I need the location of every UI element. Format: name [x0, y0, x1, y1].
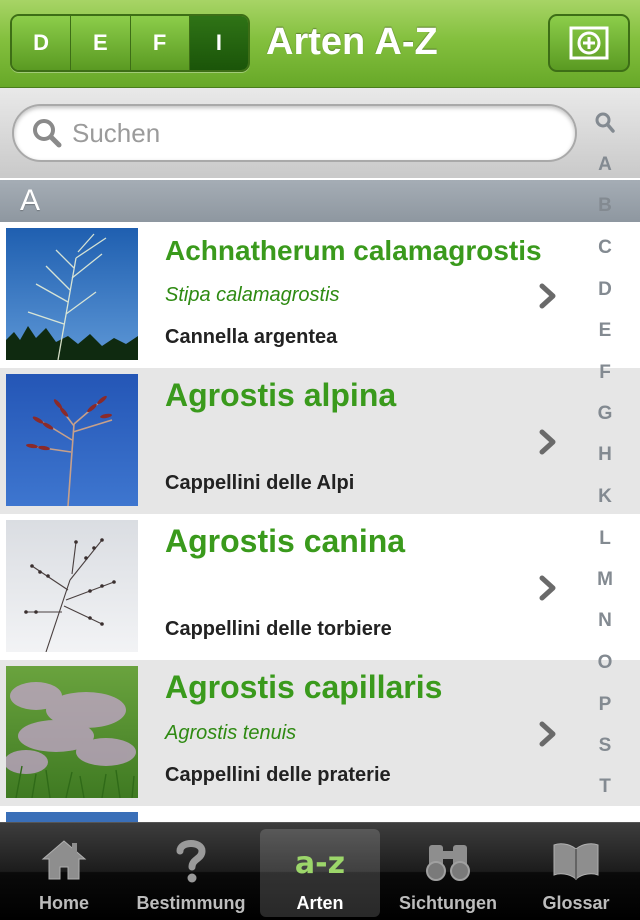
home-icon: [41, 840, 87, 880]
tab-bestimmung[interactable]: Bestimmung: [131, 829, 251, 917]
index-letter[interactable]: T: [580, 776, 630, 798]
tab-arten[interactable]: a-z Arten: [260, 829, 380, 917]
index-letter[interactable]: G: [580, 403, 630, 425]
species-row[interactable]: [0, 806, 640, 822]
index-letter[interactable]: F: [580, 362, 630, 384]
species-thumbnail: [6, 228, 138, 360]
species-common-name: Cappellini delle praterie: [165, 764, 391, 786]
search-input[interactable]: [72, 117, 552, 149]
tab-label: Bestimmung: [136, 893, 246, 913]
species-thumbnail: [6, 812, 138, 822]
alphabet-index[interactable]: A B C D E F G H K L M N O P S T: [580, 104, 630, 804]
open-book-icon: [553, 843, 599, 881]
species-common-name: Cappellini delle torbiere: [165, 618, 392, 640]
index-letter[interactable]: B: [580, 195, 630, 217]
species-scientific-name: Agrostis canina: [165, 523, 406, 559]
index-letter[interactable]: M: [580, 569, 630, 591]
tab-home[interactable]: Home: [4, 829, 124, 917]
language-button-e[interactable]: E: [71, 16, 131, 70]
species-scientific-name: Agrostis capillaris: [165, 669, 443, 705]
chevron-right-icon: [539, 721, 556, 747]
index-letter[interactable]: A: [580, 154, 630, 176]
plus-circle-icon: [569, 26, 609, 60]
index-letter[interactable]: E: [580, 320, 630, 342]
search-field[interactable]: [12, 104, 577, 162]
species-row[interactable]: Agrostis alpina Cappellini delle Alpi: [0, 368, 640, 514]
binoculars-icon: [426, 845, 470, 881]
search-icon: [33, 119, 62, 148]
question-mark-icon: [176, 840, 206, 883]
header-bar: D E F I Arten A-Z: [0, 0, 640, 88]
species-thumbnail: [6, 520, 138, 652]
index-letter[interactable]: P: [580, 694, 630, 716]
language-button-f[interactable]: F: [130, 16, 190, 70]
species-thumbnail: [6, 666, 138, 798]
index-letter[interactable]: O: [580, 652, 630, 674]
language-button-i[interactable]: I: [189, 16, 248, 70]
tab-label: Arten: [296, 893, 344, 913]
chevron-right-icon: [539, 575, 556, 601]
tab-sichtungen[interactable]: Sichtungen: [388, 829, 508, 917]
species-row[interactable]: Agrostis canina Cappellini delle torbier…: [0, 514, 640, 660]
page-title: Arten A-Z: [266, 21, 438, 63]
tab-bar: Home Bestimmung a-z Arten Sichtungen Glo…: [0, 822, 640, 920]
tab-glossar[interactable]: Glossar: [516, 829, 636, 917]
species-common-name: Cappellini delle Alpi: [165, 472, 355, 494]
chevron-right-icon: [539, 283, 556, 309]
tab-label: Glossar: [542, 893, 610, 913]
search-bar: [0, 88, 640, 178]
species-common-name: Cannella argentea: [165, 326, 338, 348]
index-letter[interactable]: L: [580, 528, 630, 550]
index-letter[interactable]: K: [580, 486, 630, 508]
section-header-letter: A: [0, 180, 640, 222]
species-synonym: Stipa calamagrostis: [165, 284, 340, 306]
species-row[interactable]: Agrostis capillaris Agrostis tenuis Capp…: [0, 660, 640, 806]
species-synonym: Agrostis tenuis: [165, 722, 297, 744]
svg-text:a-z: a-z: [295, 846, 345, 881]
index-search-icon[interactable]: [595, 112, 615, 134]
species-row[interactable]: Achnatherum calamagrostis Stipa calamagr…: [0, 222, 640, 368]
a-z-icon: a-z: [295, 846, 345, 881]
tab-label: Home: [38, 893, 89, 913]
index-letter[interactable]: S: [580, 735, 630, 757]
index-letter[interactable]: N: [580, 610, 630, 632]
species-thumbnail: [6, 374, 138, 506]
species-scientific-name: Agrostis alpina: [165, 377, 397, 413]
index-letter[interactable]: C: [580, 237, 630, 259]
add-button[interactable]: [548, 14, 630, 72]
chevron-right-icon: [539, 429, 556, 455]
index-letter[interactable]: D: [580, 279, 630, 301]
index-letter[interactable]: H: [580, 444, 630, 466]
species-list: Achnatherum calamagrostis Stipa calamagr…: [0, 222, 640, 822]
language-button-d[interactable]: D: [12, 16, 72, 70]
language-selector: D E F I: [10, 14, 250, 72]
species-scientific-name: Achnatherum calamagrostis: [165, 235, 542, 266]
tab-label: Sichtungen: [399, 893, 497, 913]
